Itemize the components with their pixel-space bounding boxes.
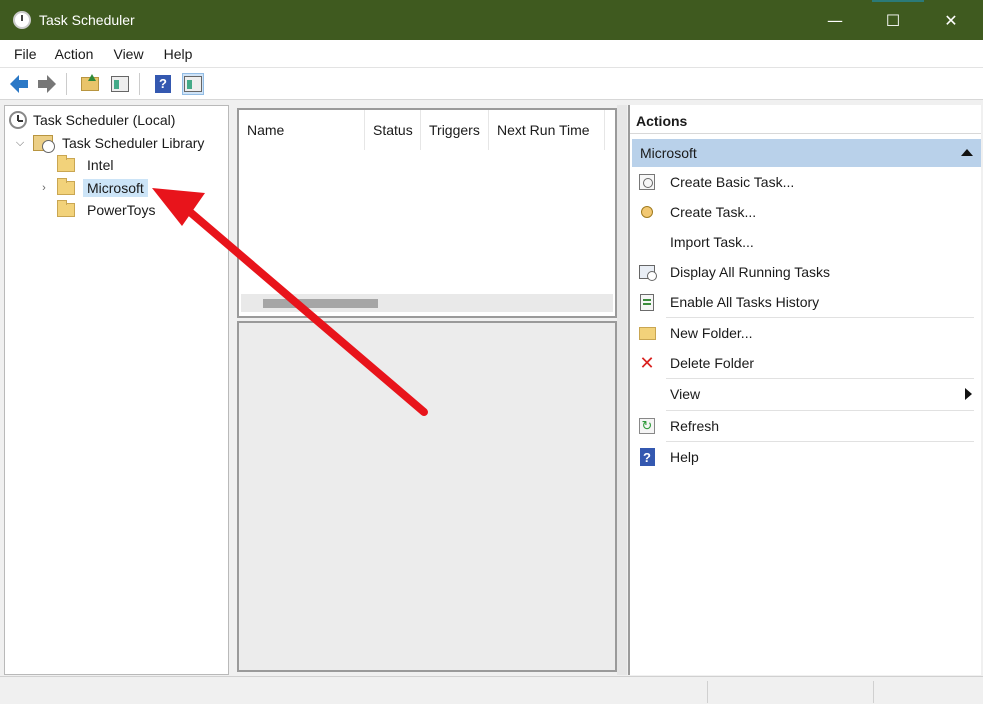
- show-hide-action-pane-icon: [184, 75, 202, 92]
- action-delete-folder[interactable]: ✕ Delete Folder: [634, 348, 974, 378]
- new-folder-icon: [638, 326, 656, 340]
- column-header-triggers[interactable]: Triggers: [421, 110, 489, 150]
- show-hide-console-tree-icon: [111, 75, 129, 92]
- forward-icon: [38, 74, 56, 93]
- pane-splitter[interactable]: [617, 105, 627, 675]
- tree-item-label: Intel: [87, 157, 114, 173]
- action-label: Help: [670, 449, 699, 465]
- action-label: View: [670, 386, 701, 402]
- delete-icon: ✕: [639, 352, 655, 374]
- action-label: Import Task...: [670, 234, 754, 250]
- minimize-button[interactable]: —: [806, 0, 864, 40]
- actions-pane: Actions Microsoft Create Basic Task... C…: [628, 105, 981, 675]
- column-header-status[interactable]: Status: [365, 110, 421, 150]
- scrollbar-thumb[interactable]: [263, 299, 378, 308]
- menu-view[interactable]: View: [113, 46, 143, 62]
- show-hide-console-tree-button[interactable]: [109, 73, 131, 95]
- maximize-button[interactable]: ☐: [864, 0, 922, 40]
- tree-item-label: PowerToys: [87, 202, 156, 218]
- folder-icon: [57, 178, 75, 195]
- collapse-caret-icon[interactable]: [961, 149, 973, 156]
- folder-icon: [57, 155, 75, 172]
- up-one-level-button[interactable]: [79, 73, 101, 95]
- action-label: Delete Folder: [670, 355, 755, 371]
- column-header-next-run-time[interactable]: Next Run Time: [489, 110, 605, 150]
- collapse-chevron-icon[interactable]: ⌵: [13, 137, 27, 150]
- tree-item-powertoys[interactable]: PowerToys: [57, 199, 155, 221]
- help-toolbar-button[interactable]: ?: [152, 73, 174, 95]
- action-new-folder[interactable]: New Folder...: [634, 318, 974, 348]
- action-create-basic-task[interactable]: Create Basic Task...: [634, 167, 974, 197]
- action-enable-tasks-history[interactable]: Enable All Tasks History: [634, 287, 974, 317]
- actions-header: Actions: [630, 108, 981, 134]
- actions-section-label: Microsoft: [640, 145, 697, 161]
- actions-section-microsoft[interactable]: Microsoft: [632, 139, 981, 167]
- back-button[interactable]: [8, 73, 30, 95]
- create-task-icon: [641, 206, 653, 218]
- task-detail-pane: [237, 321, 617, 672]
- tree-item-microsoft[interactable]: › Microsoft: [37, 177, 148, 199]
- help-icon: ?: [155, 74, 171, 93]
- tree-item-library-label: Task Scheduler Library: [62, 135, 205, 151]
- task-library-icon: [33, 135, 55, 153]
- back-icon: [10, 74, 28, 93]
- action-display-running-tasks[interactable]: Display All Running Tasks: [634, 257, 974, 287]
- status-divider: [873, 681, 874, 703]
- tree-root[interactable]: Task Scheduler (Local): [9, 109, 175, 131]
- create-basic-task-icon: [639, 174, 655, 190]
- horizontal-scrollbar[interactable]: [241, 294, 613, 312]
- submenu-arrow-icon: [965, 388, 972, 400]
- action-label: New Folder...: [670, 325, 753, 341]
- folder-up-icon: [81, 73, 99, 91]
- clock-icon: [9, 111, 27, 129]
- help-icon: ?: [639, 448, 655, 466]
- console-tree: Task Scheduler (Local) ⌵ Task Scheduler …: [4, 105, 229, 675]
- show-hide-action-pane-button[interactable]: [182, 72, 204, 95]
- toolbar-separator: [139, 72, 140, 95]
- folder-icon: [57, 200, 75, 217]
- window-title: Task Scheduler: [39, 12, 135, 28]
- tree-root-label: Task Scheduler (Local): [33, 112, 176, 128]
- action-refresh[interactable]: ↻ Refresh: [634, 411, 974, 441]
- clock-icon: [13, 11, 31, 29]
- status-divider: [707, 681, 708, 703]
- column-header-name[interactable]: Name: [239, 110, 365, 150]
- expand-chevron-icon[interactable]: ›: [37, 182, 51, 194]
- action-label: Display All Running Tasks: [670, 264, 831, 280]
- tree-item-intel[interactable]: Intel: [57, 154, 113, 176]
- action-label: Create Basic Task...: [670, 174, 795, 190]
- toolbar-separator: [66, 72, 67, 95]
- menu-bar: File Action View Help: [0, 40, 983, 68]
- close-button[interactable]: ✕: [922, 0, 980, 40]
- tree-item-library[interactable]: ⌵ Task Scheduler Library: [13, 132, 204, 154]
- forward-button[interactable]: [36, 73, 58, 95]
- action-label: Create Task...: [670, 204, 757, 220]
- tasks-history-icon: [640, 293, 654, 311]
- action-view[interactable]: View: [634, 379, 974, 409]
- toolbar: ?: [0, 68, 983, 100]
- menu-action[interactable]: Action: [55, 46, 94, 62]
- action-help[interactable]: ? Help: [634, 442, 974, 472]
- action-create-task[interactable]: Create Task...: [634, 197, 974, 227]
- menu-help[interactable]: Help: [164, 46, 193, 62]
- action-label: Enable All Tasks History: [670, 294, 820, 310]
- display-running-tasks-icon: [639, 265, 657, 281]
- action-import-task[interactable]: Import Task...: [634, 227, 974, 257]
- refresh-icon: ↻: [639, 418, 655, 434]
- status-bar: [0, 676, 983, 704]
- action-label: Refresh: [670, 418, 720, 434]
- title-bar: Task Scheduler — ☐ ✕: [0, 0, 983, 40]
- menu-file[interactable]: File: [14, 46, 37, 62]
- tree-item-label-selected: Microsoft: [83, 179, 148, 197]
- task-list[interactable]: Name Status Triggers Next Run Time: [237, 108, 617, 318]
